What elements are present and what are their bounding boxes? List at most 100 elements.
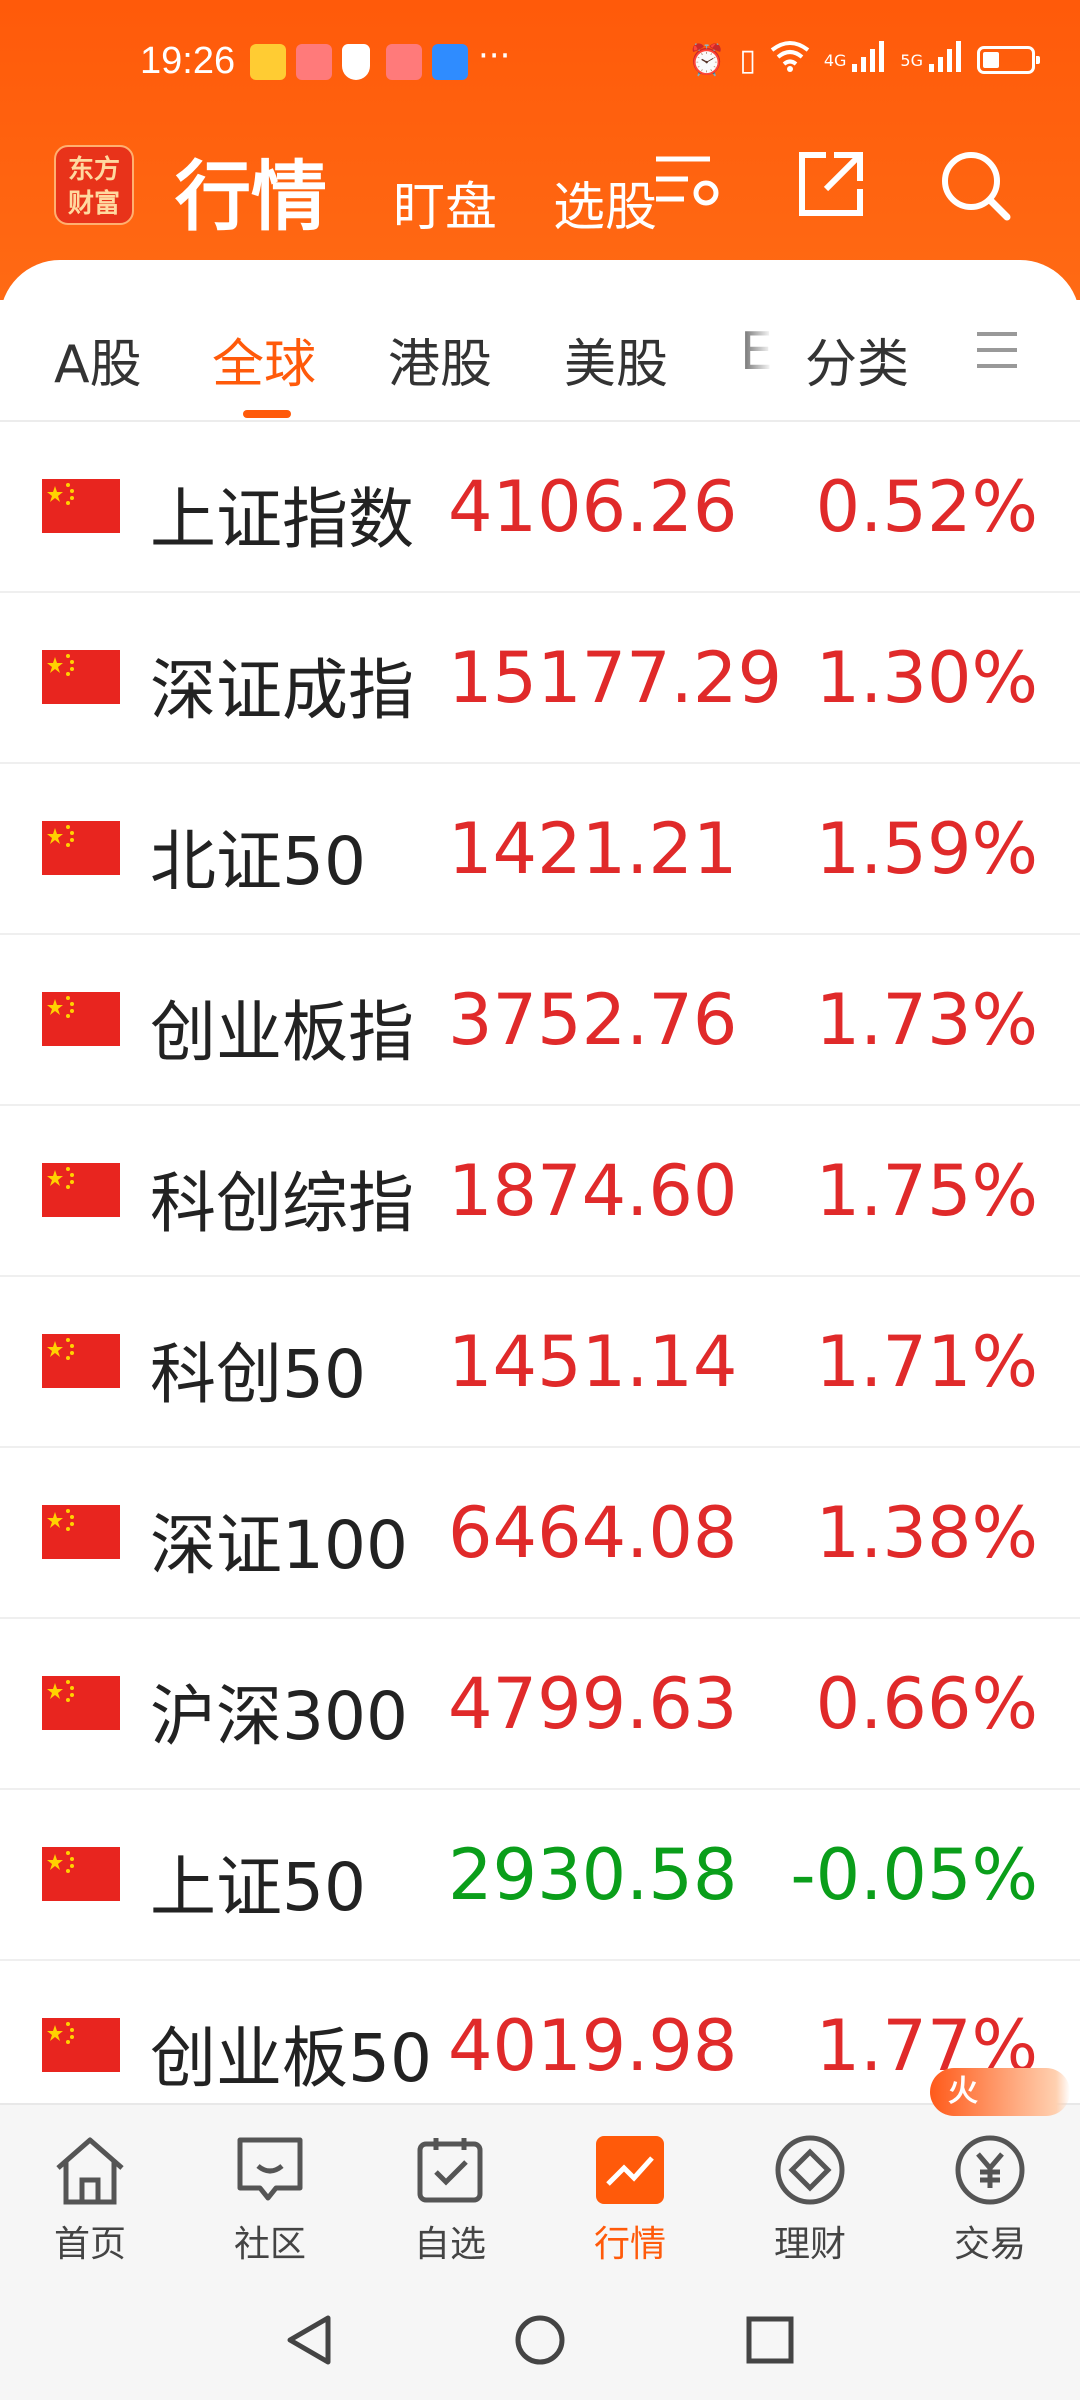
- index-change: 0.66%: [815, 1663, 1038, 1745]
- index-change: 0.52%: [815, 466, 1038, 548]
- weather-icon: [432, 44, 468, 80]
- menu-icon[interactable]: [975, 328, 1019, 376]
- shield-icon: [342, 44, 370, 80]
- index-change: 1.75%: [815, 1150, 1038, 1232]
- tab-hk[interactable]: 港股: [388, 322, 492, 397]
- nav-market[interactable]: 行情: [540, 2105, 720, 2282]
- index-price: 1874.60: [448, 1150, 738, 1232]
- recent-apps-icon[interactable]: [744, 2314, 796, 2370]
- net-5g-label: 5G: [900, 50, 923, 70]
- index-change: 1.38%: [815, 1492, 1038, 1574]
- nav-trade[interactable]: 交易: [900, 2105, 1080, 2282]
- app-header: 19:26 ··· ⏰ ▯ 4G 5G 东方 财富 行情 盯盘 选股: [0, 0, 1080, 300]
- china-flag-icon: [42, 2018, 120, 2072]
- nav-community[interactable]: 社区: [180, 2105, 360, 2282]
- status-right: ⏰ ▯ 4G 5G: [688, 40, 1040, 80]
- bottom-nav: 首页 社区 自选 行情 理财 交易: [0, 2103, 1080, 2282]
- index-change: 1.59%: [815, 808, 1038, 890]
- nav-wealth[interactable]: 理财: [720, 2105, 900, 2282]
- china-flag-icon: [42, 1505, 120, 1559]
- weibo-icon: [250, 44, 286, 80]
- tab-a-share[interactable]: A股: [54, 322, 142, 397]
- net-4g-label: 4G: [823, 50, 847, 70]
- tab-global[interactable]: 全球: [212, 322, 316, 397]
- index-price: 15177.29: [448, 637, 783, 719]
- active-tab-indicator: [243, 410, 291, 418]
- back-icon[interactable]: [284, 2314, 334, 2370]
- index-name: 深证成指: [150, 652, 414, 729]
- index-row[interactable]: 创业板指 3752.76 1.73%: [0, 935, 1080, 1106]
- china-flag-icon: [42, 479, 120, 533]
- tab-watch[interactable]: 盯盘: [393, 165, 497, 240]
- tab-stock-picker[interactable]: 选股: [553, 165, 657, 240]
- nav-label-trade: 交易: [953, 2224, 1026, 2265]
- index-row[interactable]: 科创综指 1874.60 1.75%: [0, 1106, 1080, 1277]
- share-icon[interactable]: [790, 145, 870, 225]
- nav-label-market: 行情: [593, 2224, 666, 2265]
- checklist-icon: [410, 2130, 490, 2210]
- nav-watchlist[interactable]: 自选: [360, 2105, 540, 2282]
- page-title[interactable]: 行情: [175, 135, 327, 245]
- index-row[interactable]: 上证50 2930.58 -0.05%: [0, 1790, 1080, 1961]
- index-price: 6464.08: [448, 1492, 738, 1574]
- index-row[interactable]: 北证50 1421.21 1.59%: [0, 764, 1080, 935]
- search-icon[interactable]: [935, 145, 1015, 225]
- index-name: 上证指数: [150, 481, 414, 558]
- index-price: 3752.76: [448, 979, 738, 1061]
- index-price: 4799.63: [448, 1663, 738, 1745]
- index-change: 1.71%: [815, 1321, 1038, 1403]
- china-flag-icon: [42, 650, 120, 704]
- index-price: 1451.14: [448, 1321, 738, 1403]
- index-change: 1.73%: [815, 979, 1038, 1061]
- index-name: 沪深300: [150, 1678, 408, 1755]
- app-logo[interactable]: 东方 财富: [54, 145, 134, 225]
- trend-chart-icon: [590, 2130, 670, 2210]
- index-change: 1.30%: [815, 637, 1038, 719]
- nav-label-home: 首页: [53, 2224, 126, 2265]
- yuan-coin-icon: [950, 2130, 1030, 2210]
- chat-icon: [230, 2130, 310, 2210]
- signal-icon-1: [852, 40, 886, 80]
- index-row[interactable]: 科创50 1451.14 1.71%: [0, 1277, 1080, 1448]
- signal-icon-2: [929, 40, 963, 80]
- settings-icon[interactable]: [648, 145, 728, 225]
- index-price: 1421.21: [448, 808, 738, 890]
- tab-category[interactable]: 分类: [805, 322, 909, 397]
- nav-home[interactable]: 首页: [0, 2105, 180, 2282]
- index-price: 4106.26: [448, 466, 738, 548]
- china-flag-icon: [42, 1163, 120, 1217]
- index-row[interactable]: 沪深300 4799.63 0.66%: [0, 1619, 1080, 1790]
- vibrate-icon: ▯: [739, 42, 756, 78]
- china-flag-icon: [42, 1334, 120, 1388]
- huawei-store-icon: [296, 44, 332, 80]
- index-name: 科创综指: [150, 1165, 414, 1242]
- index-list: 上证指数 4106.26 0.52% 深证成指 15177.29 1.30% 北证50 142…: [0, 422, 1080, 2132]
- china-flag-icon: [42, 992, 120, 1046]
- wifi-icon: [770, 40, 810, 80]
- huawei-store-icon-2: [386, 44, 422, 80]
- diamond-icon: [770, 2130, 850, 2210]
- nav-label-wealth: 理财: [773, 2224, 846, 2265]
- china-flag-icon: [42, 821, 120, 875]
- battery-icon: [977, 46, 1040, 74]
- system-nav-bar: [0, 2280, 1080, 2400]
- more-notifications-icon: ···: [478, 36, 511, 76]
- index-row[interactable]: 上证指数 4106.26 0.52%: [0, 422, 1080, 593]
- index-name: 科创50: [150, 1336, 366, 1413]
- index-change: -0.05%: [790, 1834, 1038, 1916]
- china-flag-icon: [42, 1676, 120, 1730]
- index-name: 北证50: [150, 823, 366, 900]
- index-row[interactable]: 深证成指 15177.29 1.30%: [0, 593, 1080, 764]
- logo-text-1: 东方: [67, 155, 120, 185]
- tab-fade: [730, 310, 800, 400]
- tab-us[interactable]: 美股: [564, 322, 668, 397]
- market-card: A股 全球 港股 美股 E 分类 上证指数 4106.26 0.52% 深证成指 151…: [0, 260, 1080, 2132]
- status-bar: 19:26 ··· ⏰ ▯ 4G 5G: [0, 30, 1080, 100]
- status-time: 19:26: [140, 40, 236, 82]
- home-circle-icon[interactable]: [514, 2314, 566, 2370]
- nav-label-community: 社区: [233, 2224, 306, 2265]
- index-row[interactable]: 深证100 6464.08 1.38%: [0, 1448, 1080, 1619]
- hot-badge[interactable]: 火: [930, 2068, 1070, 2116]
- home-icon: [50, 2130, 130, 2210]
- index-name: 创业板50: [150, 2020, 432, 2097]
